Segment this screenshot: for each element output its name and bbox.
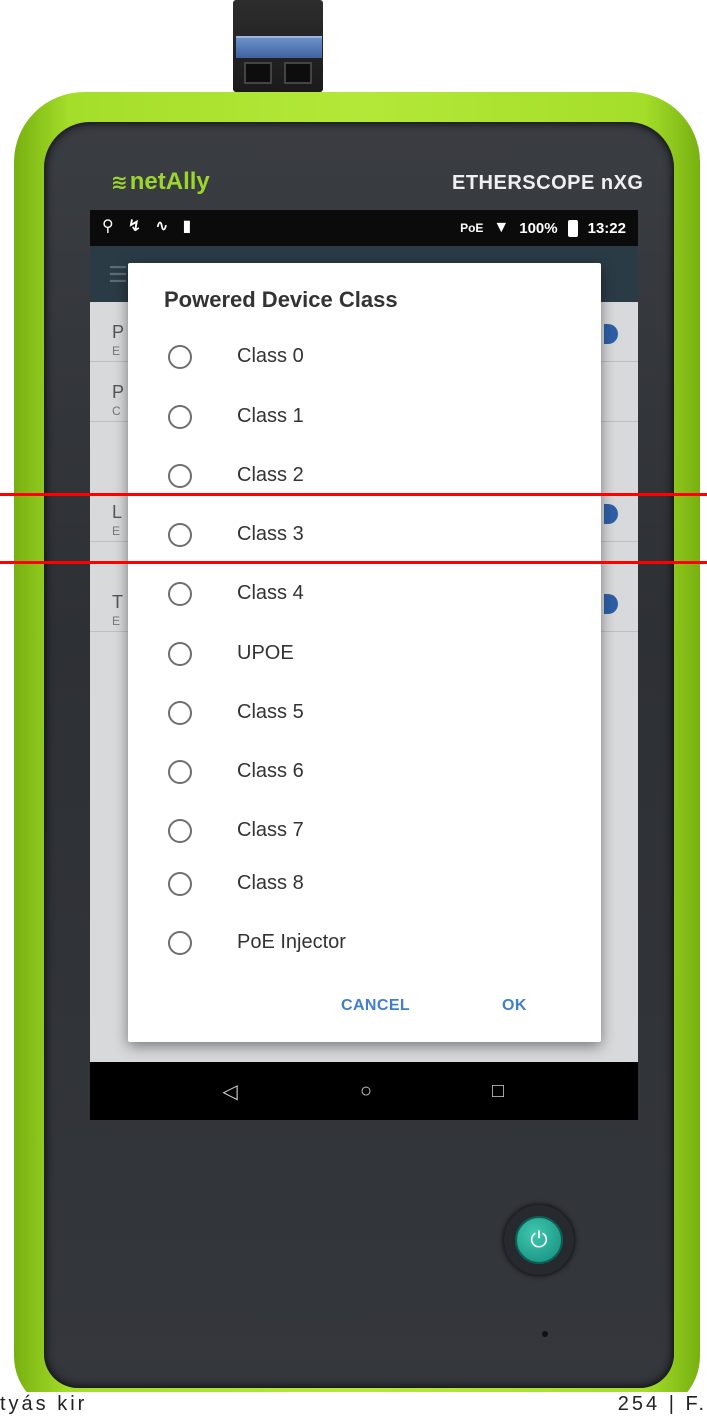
option-class-7[interactable]: Class 7 — [128, 807, 601, 855]
option-class-4[interactable]: Class 4 — [128, 570, 601, 618]
option-label: Class 6 — [237, 760, 304, 782]
status-bar: ⚲ ↯ ∿ ▮ PoE ▼ 100% 13:22 — [90, 210, 638, 246]
battery-percent: 100% — [519, 219, 558, 237]
wifi-signal-icon: ▼ — [493, 219, 510, 236]
radio-icon[interactable] — [168, 464, 192, 488]
list-item-subtitle: C — [112, 404, 121, 418]
brand-name: netAlly — [129, 168, 210, 195]
radio-icon[interactable] — [168, 760, 192, 784]
device-model: ETHERSCOPE nXG — [452, 172, 644, 194]
list-item-title: L — [112, 502, 123, 522]
radio-icon[interactable] — [168, 931, 192, 955]
option-upoe[interactable]: UPOE — [128, 630, 601, 678]
powered-device-class-dialog: Powered Device Class Class 0 Class 1 Cla… — [128, 263, 601, 1042]
power-icon: ⏻ — [530, 1227, 548, 1252]
option-label: Class 1 — [237, 405, 304, 427]
chevron-icon — [604, 504, 618, 524]
clock: 13:22 — [587, 219, 626, 237]
back-triangle-icon[interactable]: ◁ — [200, 1062, 260, 1120]
list-item-subtitle: E — [112, 344, 121, 358]
option-class-6[interactable]: Class 6 — [128, 748, 601, 796]
list-item-subtitle: E — [112, 524, 121, 538]
radio-icon[interactable] — [168, 345, 192, 369]
menu-icon[interactable]: ☰ — [108, 262, 128, 288]
share-icon: ↯ — [127, 218, 142, 235]
sd-card-icon: ▮ — [182, 218, 192, 235]
radio-icon[interactable] — [168, 642, 192, 666]
option-label: Class 5 — [237, 701, 304, 723]
ok-button[interactable]: OK — [502, 997, 527, 1015]
home-circle-icon[interactable]: ○ — [336, 1062, 396, 1120]
recents-square-icon[interactable]: □ — [468, 1062, 528, 1120]
chevron-icon — [604, 594, 618, 614]
list-item-title: T — [112, 592, 123, 612]
annotation-line-bottom — [0, 561, 707, 564]
option-label: Class 2 — [237, 464, 304, 486]
radio-icon[interactable] — [168, 405, 192, 429]
poe-indicator: PoE — [460, 221, 484, 235]
page-footer — [0, 1392, 707, 1428]
brand-logo: ≋netAlly — [111, 168, 210, 196]
wifi-logo-icon: ≋ — [111, 172, 128, 194]
option-label: Class 7 — [237, 819, 304, 841]
battery-icon — [567, 219, 578, 237]
option-label: Class 8 — [237, 872, 304, 894]
sfp-port-right — [284, 62, 312, 84]
radio-icon[interactable] — [168, 582, 192, 606]
option-class-1[interactable]: Class 1 — [128, 393, 601, 441]
sfp-port-left — [244, 62, 272, 84]
option-class-3[interactable]: Class 3 — [128, 511, 601, 559]
status-led — [542, 1331, 548, 1337]
list-item-title: P — [112, 322, 125, 342]
radio-icon[interactable] — [168, 819, 192, 843]
radio-icon[interactable] — [168, 523, 192, 547]
option-class-5[interactable]: Class 5 — [128, 689, 601, 737]
annotation-line-top — [0, 493, 707, 496]
option-class-8[interactable]: Class 8 — [128, 860, 601, 908]
sfp-latch — [236, 36, 322, 58]
power-button[interactable]: ⏻ — [515, 1216, 563, 1264]
radio-icon[interactable] — [168, 701, 192, 725]
search-icon: ⚲ — [102, 218, 114, 235]
option-poe-injector[interactable]: PoE Injector — [128, 919, 601, 967]
footer-right-text: 254 | F. — [617, 1393, 707, 1415]
footer-left-text: tyás kir — [0, 1393, 88, 1415]
option-label: PoE Injector — [237, 931, 346, 953]
option-label: UPOE — [237, 642, 294, 664]
list-item-title: P — [112, 382, 125, 402]
list-item-subtitle: E — [112, 614, 121, 628]
option-label: Class 0 — [237, 345, 304, 367]
radio-icon[interactable] — [168, 872, 192, 896]
dialog-title: Powered Device Class — [164, 287, 398, 312]
option-label: Class 4 — [237, 582, 304, 604]
option-class-0[interactable]: Class 0 — [128, 333, 601, 381]
cancel-button[interactable]: CANCEL — [341, 997, 410, 1015]
waveform-icon: ∿ — [155, 218, 169, 235]
chevron-icon — [604, 324, 618, 344]
android-nav-bar: ◁ ○ □ — [90, 1062, 638, 1120]
option-label: Class 3 — [237, 523, 304, 545]
